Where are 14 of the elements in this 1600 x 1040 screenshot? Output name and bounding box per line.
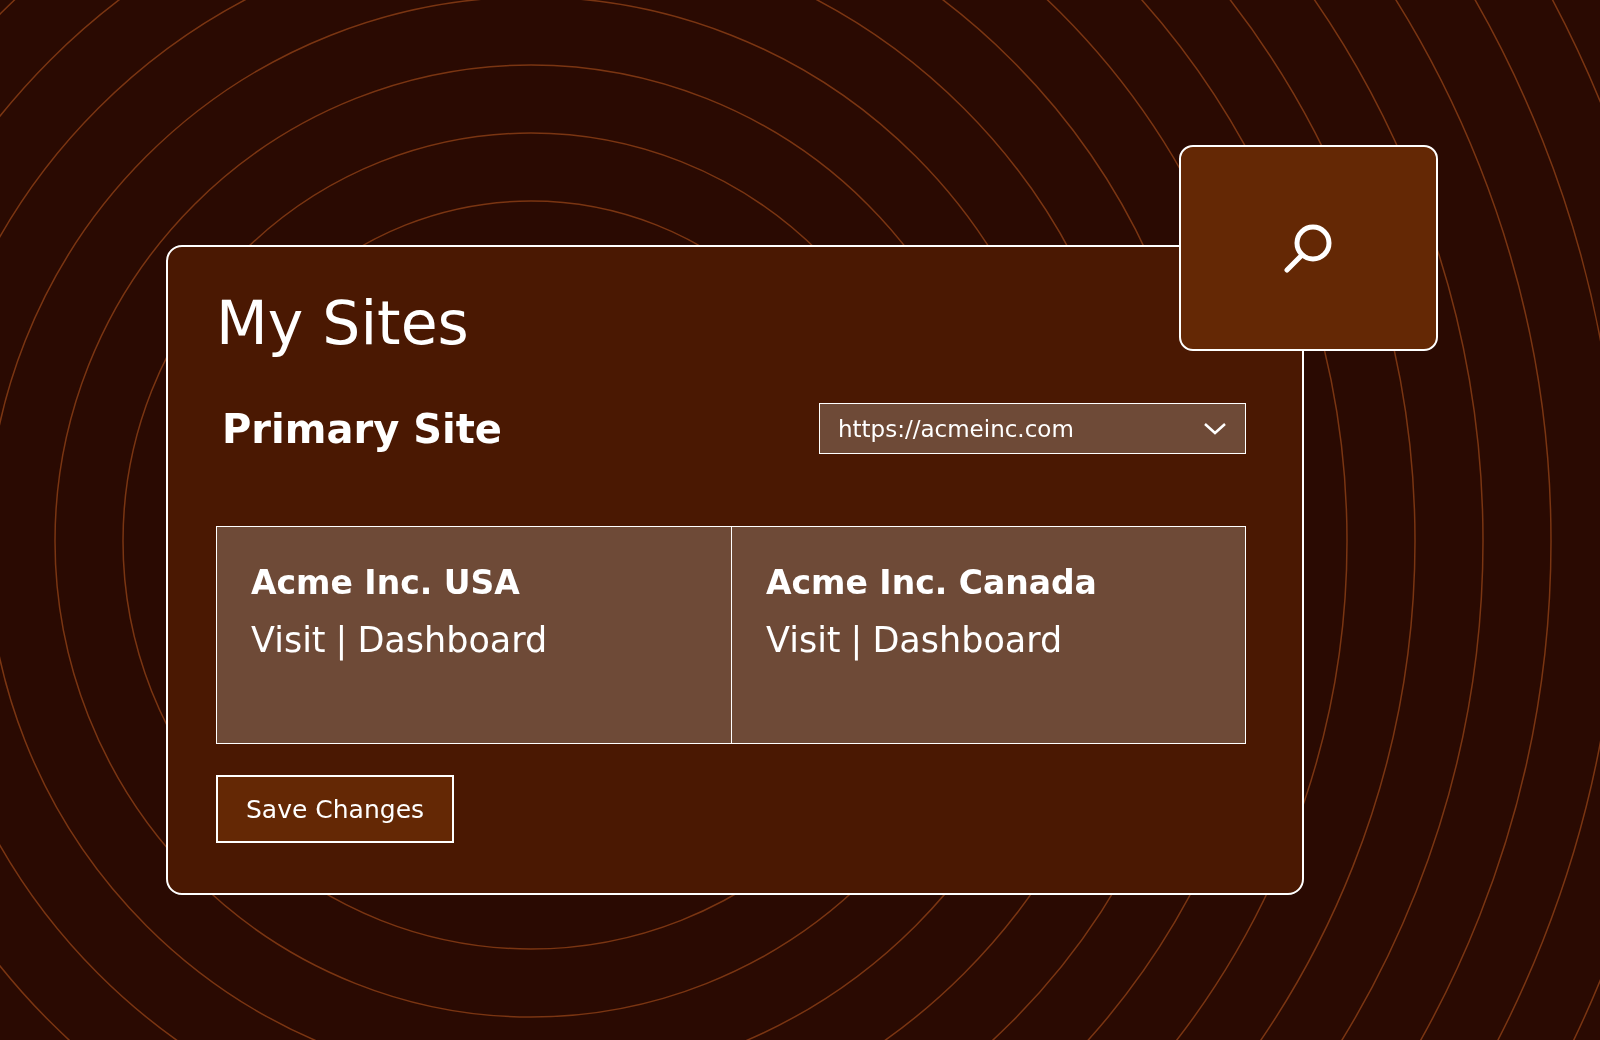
site-name: Acme Inc. Canada (766, 563, 1097, 602)
chevron-down-icon (1203, 421, 1227, 436)
link-separator: | (850, 620, 863, 660)
save-button[interactable]: Save Changes (216, 775, 455, 843)
page-title: My Sites (216, 287, 469, 359)
site-link[interactable]: Dashboard (357, 620, 548, 660)
site-dropdown[interactable]: https://acmeinc.com (819, 403, 1246, 454)
search-button[interactable] (1179, 145, 1438, 351)
site-link[interactable]: Dashboard (872, 620, 1063, 660)
link-separator: | (335, 620, 348, 660)
site-name: Acme Inc. USA (251, 563, 520, 602)
site-link[interactable]: Visit (766, 620, 841, 660)
section-label: Primary Site (222, 405, 502, 452)
site-link[interactable]: Visit (251, 620, 326, 660)
